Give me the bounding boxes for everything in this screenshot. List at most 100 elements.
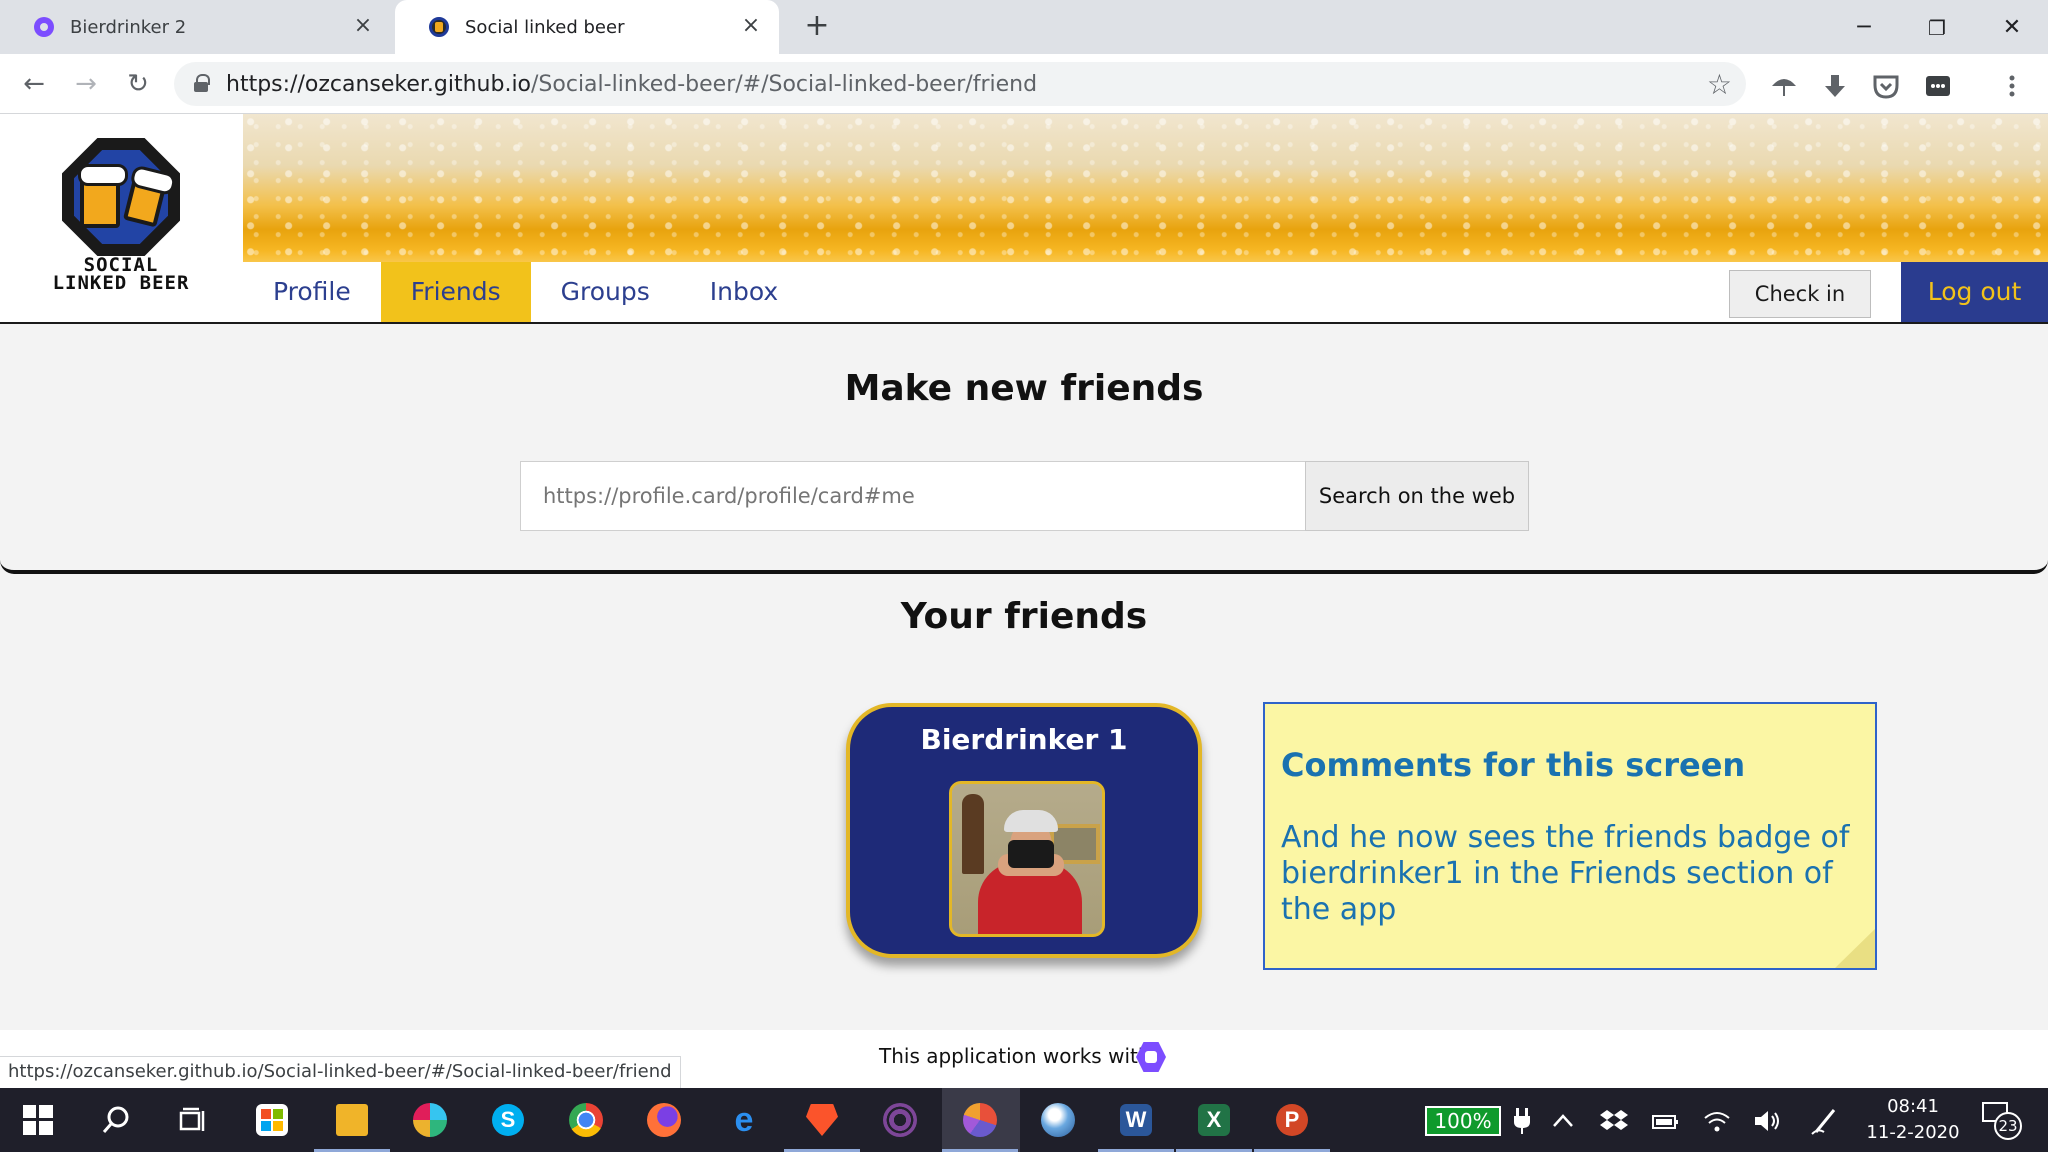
action-center-icon[interactable]: 23 <box>1982 1102 2022 1140</box>
footer-text: This application works with <box>879 1044 1151 1068</box>
battery-tray-icon[interactable] <box>1650 1106 1680 1136</box>
pocket-icon[interactable] <box>1872 72 1900 100</box>
make-friends-section: Make new friends Search on the web <box>0 326 2048 574</box>
power-plug-icon[interactable] <box>1512 1106 1532 1136</box>
skype-icon[interactable]: S <box>484 1096 532 1144</box>
excel-icon[interactable]: X <box>1176 1096 1252 1152</box>
logo-text: SOCIAL LINKED BEER <box>30 256 212 294</box>
web-app-icon[interactable] <box>1034 1096 1082 1144</box>
slack-icon[interactable] <box>406 1096 454 1144</box>
comment-title: Comments for this screen <box>1281 746 1746 784</box>
umbrella-extension-icon[interactable] <box>1770 72 1798 100</box>
link-status-bar: https://ozcanseker.github.io/Social-link… <box>0 1056 681 1088</box>
friend-avatar <box>949 781 1105 937</box>
windows-start-icon[interactable] <box>14 1096 62 1144</box>
clock-time: 08:41 <box>1887 1096 1939 1117</box>
solid-favicon-icon <box>34 17 54 37</box>
pen-icon[interactable] <box>1810 1106 1840 1136</box>
lock-icon <box>194 74 210 92</box>
folder-icon <box>336 1104 368 1136</box>
chrome-icon[interactable] <box>562 1096 610 1144</box>
restore-window-icon[interactable]: ❐ <box>1913 8 1961 48</box>
app-logo[interactable]: SOCIAL LINKED BEER <box>0 114 243 322</box>
store-bag-icon <box>256 1104 288 1136</box>
url-path: /Social-linked-beer/#/Social-linked-beer… <box>531 72 1038 97</box>
check-in-beer-button[interactable]: Check in beer <box>1729 270 1871 352</box>
chevron-up-icon[interactable] <box>1550 1106 1576 1136</box>
camera-icon <box>1008 840 1054 868</box>
volume-icon[interactable] <box>1752 1106 1782 1136</box>
photo-clock <box>962 794 984 874</box>
url-host: https://ozcanseker.github.io <box>226 72 532 97</box>
beer-foam-banner <box>243 114 2048 262</box>
slack-logo-icon <box>413 1103 447 1137</box>
browser-tab-bierdrinker[interactable]: Bierdrinker 2 × <box>0 0 393 54</box>
browser-toolbar: ← → ↻ https://ozcanseker.github.io/Socia… <box>0 54 2048 114</box>
close-tab-icon[interactable]: × <box>739 14 763 38</box>
powerpoint-icon[interactable]: P <box>1254 1096 1330 1152</box>
solid-app-logo-icon <box>963 1103 997 1137</box>
log-out-button[interactable]: Log out <box>1901 262 2048 322</box>
close-tab-icon[interactable]: × <box>351 14 375 38</box>
tab-title: Bierdrinker 2 <box>70 16 187 38</box>
comment-sticky-note: Comments for this screen And he now sees… <box>1263 702 1877 970</box>
search-icon[interactable] <box>92 1096 140 1144</box>
download-icon[interactable] <box>1821 72 1849 100</box>
app-header: SOCIAL LINKED BEER Profile Friends Group… <box>0 114 2048 352</box>
wifi-icon[interactable] <box>1702 1106 1732 1136</box>
friend-badge[interactable]: Bierdrinker 1 <box>846 703 1202 958</box>
beer-mug-icon <box>78 164 128 228</box>
profile-url-input[interactable] <box>520 461 1306 531</box>
forward-icon[interactable]: → <box>66 64 106 104</box>
close-window-icon[interactable]: ✕ <box>1988 8 2036 48</box>
solid-app-icon[interactable] <box>942 1096 1018 1152</box>
file-explorer-icon[interactable] <box>314 1096 390 1152</box>
password-extension-icon[interactable] <box>1924 72 1952 100</box>
clock-date: 11-2-2020 <box>1866 1122 1960 1143</box>
back-icon[interactable]: ← <box>14 64 54 104</box>
tor-logo-icon <box>883 1103 917 1137</box>
app-nav: Profile Friends Groups Inbox <box>243 262 808 322</box>
nav-profile[interactable]: Profile <box>243 262 381 322</box>
nav-groups[interactable]: Groups <box>531 262 680 322</box>
nav-inbox[interactable]: Inbox <box>680 262 808 322</box>
brave-logo-icon <box>806 1104 838 1136</box>
task-view-glyph-icon <box>179 1107 205 1131</box>
make-friends-heading: Make new friends <box>844 368 1204 409</box>
address-url[interactable]: https://ozcanseker.github.io/Social-link… <box>226 72 1037 97</box>
tor-browser-icon[interactable] <box>876 1096 924 1144</box>
browser-tab-social-linked-beer[interactable]: Social linked beer × <box>395 0 779 54</box>
magnifier-icon <box>102 1106 129 1133</box>
nav-friends[interactable]: Friends <box>380 262 531 322</box>
search-on-web-button[interactable]: Search on the web <box>1305 461 1529 531</box>
task-view-icon[interactable] <box>168 1096 216 1144</box>
brave-icon[interactable] <box>784 1096 860 1152</box>
browser-tab-strip: Bierdrinker 2 × Social linked beer × + ─… <box>0 0 2048 54</box>
edge-logo-icon: e <box>734 1100 754 1139</box>
store-icon[interactable] <box>248 1096 296 1144</box>
store-logo-icon <box>261 1109 283 1131</box>
tab-title: Social linked beer <box>465 16 625 38</box>
notification-count-badge: 23 <box>1994 1112 2022 1140</box>
powerpoint-logo-icon: P <box>1276 1104 1308 1136</box>
minimize-window-icon[interactable]: ─ <box>1840 8 1888 48</box>
logo-text-line: LINKED BEER <box>52 272 190 294</box>
browser-menu-icon[interactable] <box>1998 72 2026 100</box>
system-clock[interactable]: 08:41 11-2-2020 <box>1858 1094 1968 1146</box>
edge-icon[interactable]: e <box>720 1096 768 1144</box>
dropbox-icon[interactable] <box>1600 1106 1628 1136</box>
address-bar[interactable]: https://ozcanseker.github.io/Social-link… <box>174 62 1746 106</box>
your-friends-heading: Your friends <box>900 596 1148 637</box>
windows-taskbar: S e W X P 100% 08:41 11-2-2020 23 <box>0 1088 2048 1152</box>
beer-favicon-icon <box>429 17 449 37</box>
chrome-logo-icon <box>569 1103 603 1137</box>
reload-icon[interactable]: ↻ <box>118 64 158 104</box>
bookmark-star-icon[interactable]: ☆ <box>1707 68 1732 101</box>
firefox-icon[interactable] <box>640 1096 688 1144</box>
new-tab-button[interactable]: + <box>800 10 834 44</box>
friend-name: Bierdrinker 1 <box>920 723 1128 756</box>
excel-logo-icon: X <box>1198 1104 1230 1136</box>
battery-indicator[interactable]: 100% <box>1425 1106 1501 1136</box>
windows-logo-icon <box>23 1105 53 1135</box>
word-icon[interactable]: W <box>1098 1096 1174 1152</box>
